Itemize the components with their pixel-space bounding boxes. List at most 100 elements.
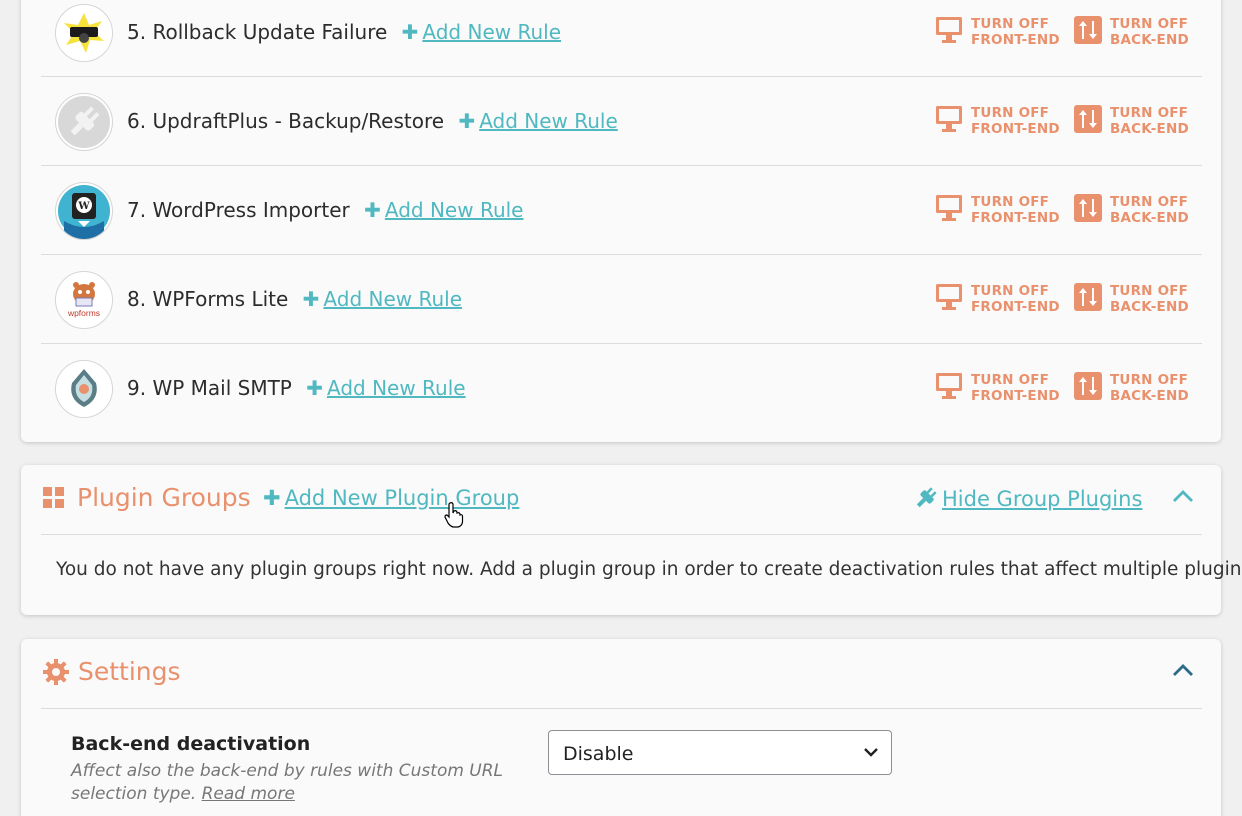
turn-off-front-end-button[interactable]: TURN OFF FRONT-END: [935, 16, 1060, 48]
plugin-row: wpforms 8. WPForms Lite ✚ Add New Rule TU…: [41, 255, 1202, 344]
toggle-label: TURN OFF: [971, 105, 1050, 121]
plugin-number: 7.: [127, 198, 147, 222]
sliders-icon: [1074, 105, 1102, 133]
svg-text:W: W: [77, 201, 90, 212]
toggle-label: BACK-END: [1110, 210, 1189, 226]
sliders-icon: [1074, 372, 1102, 400]
plugin-row: 6. UpdraftPlus - Backup/Restore ✚ Add New…: [41, 77, 1202, 166]
plugin-row: W 7. WordPress Importer ✚ Add New Rule TU…: [41, 166, 1202, 255]
plus-icon: ✚: [302, 287, 320, 311]
plugin-groups-card: Plugin Groups ✚ Add New Plugin Group Hide…: [21, 465, 1242, 615]
plugin-row: 5. Rollback Update Failure ✚ Add New Rule…: [41, 0, 1202, 77]
chevron-down-icon: [864, 748, 878, 757]
add-rule-label: Add New Rule: [479, 109, 618, 133]
turn-off-back-end-button[interactable]: TURN OFF BACK-END: [1074, 16, 1189, 48]
toggle-label: TURN OFF: [1110, 16, 1189, 32]
toggle-label: TURN OFF: [971, 16, 1050, 32]
plugin-title: 9. WP Mail SMTP ✚ Add New Rule: [127, 376, 466, 400]
wordpress-logo-icon: W: [55, 182, 113, 240]
monitor-icon: [936, 195, 962, 221]
add-new-rule-link[interactable]: ✚ Add New Rule: [303, 287, 462, 311]
turn-off-front-end-button[interactable]: TURN OFF FRONT-END: [935, 194, 1060, 226]
monitor-icon: [936, 17, 962, 43]
plug-logo-icon: [55, 93, 113, 151]
chevron-up-icon[interactable]: [1172, 489, 1194, 503]
toggle-label: BACK-END: [1110, 32, 1189, 48]
toggle-label: FRONT-END: [971, 210, 1060, 226]
turn-off-back-end-button[interactable]: TURN OFF BACK-END: [1074, 372, 1189, 404]
wpforms-logo-icon: wpforms: [55, 271, 113, 329]
monitor-icon: [936, 284, 962, 310]
sliders-icon: [1074, 194, 1102, 222]
add-new-rule-link[interactable]: ✚ Add New Rule: [458, 109, 617, 133]
plus-icon: ✚: [364, 198, 381, 222]
plugin-name: UpdraftPlus - Backup/Restore: [152, 109, 445, 133]
turn-off-front-end-button[interactable]: TURN OFF FRONT-END: [935, 105, 1060, 137]
plug-icon: [916, 487, 937, 508]
plugin-name: WordPress Importer: [152, 198, 350, 222]
turn-off-back-end-button[interactable]: TURN OFF BACK-END: [1074, 283, 1189, 315]
plugin-name: Rollback Update Failure: [152, 20, 388, 44]
plugin-groups-empty-message: You do not have any plugin groups right …: [56, 559, 1242, 580]
settings-header: Settings: [41, 639, 1202, 709]
add-rule-label: Add New Rule: [326, 376, 466, 400]
plus-icon: ✚: [306, 376, 323, 400]
add-new-rule-link[interactable]: ✚ Add New Rule: [306, 376, 465, 400]
toggle-label: BACK-END: [1110, 299, 1189, 315]
plus-icon: ✚: [458, 109, 476, 133]
wpforms-logo-text: wpforms: [67, 308, 101, 318]
toggle-label: FRONT-END: [971, 388, 1060, 404]
monitor-icon: [936, 106, 962, 132]
grid-icon: [43, 487, 64, 508]
hide-group-plugins-link[interactable]: Hide Group Plugins: [914, 487, 1142, 511]
toggle-label: TURN OFF: [971, 372, 1050, 388]
plus-icon: ✚: [263, 486, 281, 510]
backend-deactivation-select[interactable]: Disable: [548, 730, 892, 775]
toggle-label: TURN OFF: [971, 283, 1050, 299]
plugin-groups-header: Plugin Groups ✚ Add New Plugin Group Hide…: [41, 465, 1202, 535]
turn-off-back-end-button[interactable]: TURN OFF BACK-END: [1074, 105, 1189, 137]
add-new-plugin-group-link[interactable]: ✚ Add New Plugin Group: [263, 486, 519, 510]
monitor-icon: [936, 373, 962, 399]
turn-off-front-end-button[interactable]: TURN OFF FRONT-END: [935, 372, 1060, 404]
toggle-label: BACK-END: [1110, 388, 1189, 404]
read-more-link[interactable]: Read more: [202, 784, 295, 804]
toggle-label: TURN OFF: [1110, 194, 1189, 210]
rollback-logo-icon: [55, 4, 113, 62]
plugin-name: WP Mail SMTP: [152, 376, 292, 400]
toggle-label: BACK-END: [1110, 121, 1189, 137]
add-new-rule-link[interactable]: ✚ Add New Rule: [402, 20, 561, 44]
toggle-label: TURN OFF: [1110, 283, 1189, 299]
toggle-label: TURN OFF: [1110, 105, 1189, 121]
turn-off-back-end-button[interactable]: TURN OFF BACK-END: [1074, 194, 1189, 226]
plugin-number: 8.: [127, 287, 147, 311]
plugin-name: WPForms Lite: [152, 287, 289, 311]
chevron-up-icon[interactable]: [1172, 663, 1194, 677]
settings-title: Settings: [78, 657, 181, 686]
plugin-title: 5. Rollback Update Failure ✚ Add New Rule: [127, 20, 561, 44]
plugin-number: 9.: [127, 376, 147, 400]
wp-mail-smtp-logo-icon: [55, 360, 113, 418]
add-rule-label: Add New Rule: [422, 20, 561, 44]
add-rule-label: Add New Rule: [323, 287, 463, 311]
turn-off-front-end-button[interactable]: TURN OFF FRONT-END: [935, 283, 1060, 315]
add-new-rule-link[interactable]: ✚ Add New Rule: [364, 198, 523, 222]
plugins-card: 5. Rollback Update Failure ✚ Add New Rule…: [21, 0, 1221, 442]
plugin-title: 8. WPForms Lite ✚ Add New Rule: [127, 287, 462, 311]
sliders-icon: [1074, 16, 1102, 44]
backend-deactivation-label: Back-end deactivation: [71, 733, 311, 755]
plugin-title: 6. UpdraftPlus - Backup/Restore ✚ Add New…: [127, 109, 618, 133]
toggle-label: FRONT-END: [971, 121, 1060, 137]
toggle-label: TURN OFF: [1110, 372, 1189, 388]
settings-card: Settings Back-end deactivation Affect al…: [21, 639, 1221, 816]
sliders-icon: [1074, 283, 1102, 311]
add-rule-label: Add New Rule: [384, 198, 524, 222]
toggle-label: TURN OFF: [971, 194, 1050, 210]
gear-icon: [43, 659, 69, 685]
plugin-number: 6.: [127, 109, 147, 133]
hide-group-label: Hide Group Plugins: [942, 487, 1143, 511]
plus-icon: ✚: [401, 20, 419, 44]
plugin-groups-title: Plugin Groups: [77, 483, 251, 512]
add-group-label: Add New Plugin Group: [284, 486, 520, 510]
toggle-label: FRONT-END: [971, 32, 1060, 48]
